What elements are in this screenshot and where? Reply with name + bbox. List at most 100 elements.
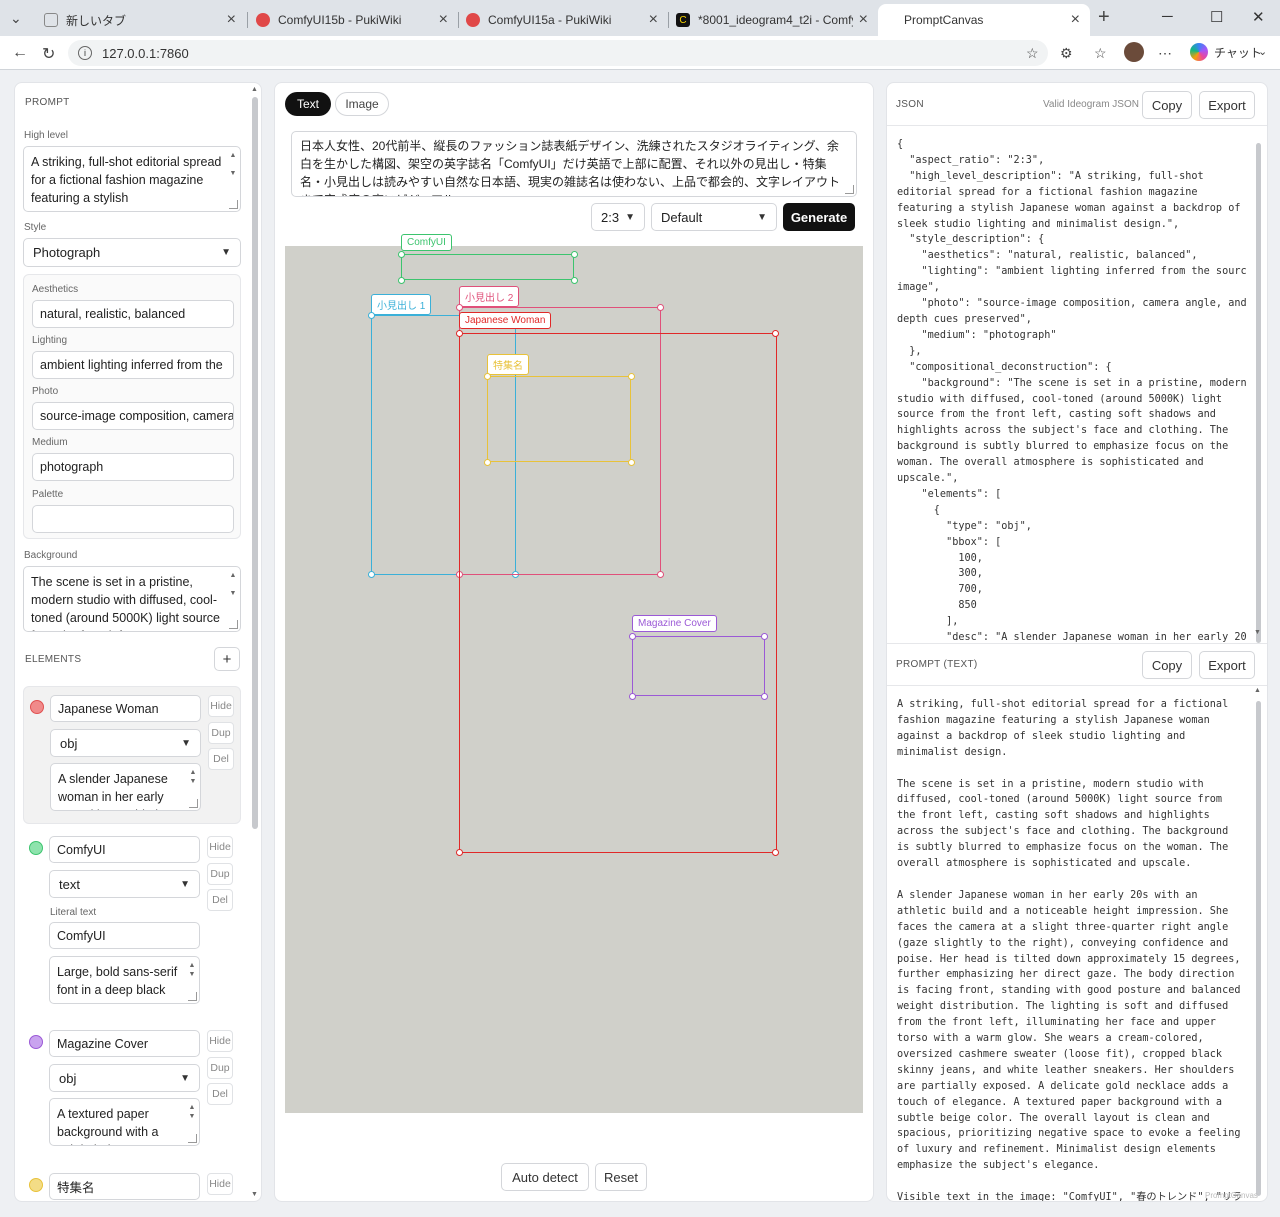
generate-button[interactable]: Generate — [783, 203, 855, 231]
browser-tab-4[interactable]: C *8001_ideogram4_t2i - ComfyUI × — [666, 4, 878, 36]
bbox-handle[interactable] — [484, 459, 491, 466]
close-tab-icon[interactable]: × — [649, 11, 658, 29]
element-color-dot-icon[interactable] — [29, 1178, 43, 1192]
bbox-handle[interactable] — [761, 693, 768, 700]
textarea-scroll-arrows-icon[interactable]: ▲ ▼ — [188, 1103, 196, 1121]
browser-tab-3[interactable]: ComfyUI15a - PukiWiki × — [456, 4, 668, 36]
copy-prompt-button[interactable]: Copy — [1142, 651, 1192, 679]
close-tab-icon[interactable]: × — [439, 11, 448, 29]
close-tab-icon[interactable]: × — [859, 11, 868, 29]
maximize-icon[interactable]: ☐ — [1210, 8, 1223, 26]
scroll-up-icon[interactable]: ▲ — [1254, 687, 1261, 694]
minimize-icon[interactable]: ─ — [1162, 8, 1173, 25]
preset-select[interactable]: Default ▼ — [651, 203, 777, 231]
left-panel-scrollbar[interactable] — [252, 97, 258, 829]
bbox-handle[interactable] — [456, 304, 463, 311]
bbox-handle[interactable] — [571, 277, 578, 284]
url-field[interactable]: i 127.0.0.1:7860 — [68, 40, 1048, 66]
browser-tab-2[interactable]: ComfyUI15b - PukiWiki × — [246, 4, 458, 36]
prompt-input-textarea[interactable]: 日本人女性、20代前半、縦長のファッション誌表紙デザイン、洗練されたスタジオライ… — [291, 131, 857, 197]
palette-input[interactable] — [32, 505, 234, 533]
close-tab-icon[interactable]: × — [1071, 11, 1080, 29]
textarea-scroll-arrows-icon[interactable]: ▲ ▼ — [188, 961, 196, 979]
dup-button[interactable]: Dup — [207, 863, 233, 885]
copy-json-button[interactable]: Copy — [1142, 91, 1192, 119]
bbox-handle[interactable] — [571, 251, 578, 258]
bbox-magazine-cover[interactable] — [632, 636, 765, 696]
export-json-button[interactable]: Export — [1199, 91, 1255, 119]
back-arrow-icon[interactable]: ← — [12, 44, 28, 62]
textarea-scroll-arrows-icon[interactable]: ▲ ▼ — [229, 151, 237, 178]
style-select[interactable]: Photograph ▼ — [23, 238, 241, 267]
del-button[interactable]: Del — [207, 889, 233, 911]
bbox-handle[interactable] — [368, 571, 375, 578]
element-card-japanese-woman[interactable]: Japanese Woman Hide obj ▼ Dup Del A slend… — [23, 686, 241, 824]
element-desc-textarea[interactable]: Large, bold sans-serif font in a deep bl… — [49, 956, 200, 1004]
bbox-handle[interactable] — [368, 312, 375, 319]
bbox-handle[interactable] — [629, 693, 636, 700]
resize-grip-icon[interactable] — [229, 620, 238, 629]
bbox-handle[interactable] — [761, 633, 768, 640]
prompt-text-scrollbar[interactable] — [1256, 701, 1261, 1196]
element-type-select[interactable]: text ▼ — [49, 870, 200, 898]
tab-list-chevron-icon[interactable]: ⌄ — [10, 10, 22, 27]
bbox-handle[interactable] — [398, 251, 405, 258]
element-name-input[interactable]: ComfyUI — [49, 836, 200, 863]
reload-icon[interactable]: ↻ — [42, 44, 55, 64]
element-name-input[interactable]: Magazine Cover — [49, 1030, 200, 1057]
hide-button[interactable]: Hide — [208, 695, 234, 717]
layout-canvas[interactable]: ComfyUI 小見出し 1 小見出し 2 Japanese Woman 特集名… — [285, 234, 863, 1113]
textarea-scroll-arrows-icon[interactable]: ▲ ▼ — [189, 768, 197, 786]
bbox-handle[interactable] — [772, 330, 779, 337]
bbox-handle[interactable] — [628, 373, 635, 380]
json-scrollbar[interactable] — [1256, 143, 1261, 643]
bbox-handle[interactable] — [629, 633, 636, 640]
tab-image[interactable]: Image — [335, 92, 389, 116]
element-type-select[interactable]: obj ▼ — [49, 1064, 200, 1092]
scroll-down-icon[interactable]: ▼ — [1254, 629, 1261, 636]
del-button[interactable]: Del — [208, 748, 234, 770]
textarea-scroll-arrows-icon[interactable]: ▲ ▼ — [229, 571, 237, 598]
more-menu-icon[interactable]: ⋯ — [1158, 45, 1172, 62]
aspect-ratio-select[interactable]: 2:3 ▼ — [591, 203, 645, 231]
window-close-icon[interactable]: ✕ — [1252, 8, 1265, 26]
reset-button[interactable]: Reset — [595, 1163, 647, 1191]
extensions-icon[interactable]: ⚙ — [1060, 45, 1073, 62]
browser-tab-5-active[interactable]: PromptCanvas × — [878, 4, 1090, 36]
bbox-handle[interactable] — [456, 849, 463, 856]
resize-grip-icon[interactable] — [188, 992, 197, 1001]
literal-text-input[interactable]: ComfyUI — [49, 922, 200, 949]
bbox-handle[interactable] — [628, 459, 635, 466]
favorite-star-icon[interactable]: ☆ — [1026, 45, 1039, 62]
del-button[interactable]: Del — [207, 1083, 233, 1105]
element-color-dot-icon[interactable] — [30, 700, 44, 714]
json-output[interactable]: { "aspect_ratio": "2:3", "high_level_des… — [897, 137, 1247, 643]
bbox-comfyui[interactable] — [401, 254, 574, 280]
new-tab-plus-icon[interactable]: + — [1098, 6, 1110, 29]
bbox-handle[interactable] — [398, 277, 405, 284]
dup-button[interactable]: Dup — [208, 722, 234, 744]
dup-button[interactable]: Dup — [207, 1057, 233, 1079]
resize-grip-icon[interactable] — [188, 1134, 197, 1143]
prompt-text-output[interactable]: A striking, full-shot editorial spread f… — [897, 697, 1245, 1201]
background-textarea[interactable]: The scene is set in a pristine, modern s… — [23, 566, 241, 632]
bbox-handle[interactable] — [657, 304, 664, 311]
element-card-comfyui[interactable]: ComfyUI Hide text ▼ Dup Del Literal text … — [23, 828, 241, 1018]
add-element-button[interactable]: + — [214, 647, 240, 671]
lighting-input[interactable]: ambient lighting inferred from the — [32, 351, 234, 379]
export-prompt-button[interactable]: Export — [1199, 651, 1255, 679]
element-card-tokushu[interactable]: 特集名 Hide — [23, 1165, 241, 1201]
bbox-handle[interactable] — [456, 330, 463, 337]
bbox-handle[interactable] — [484, 373, 491, 380]
tab-text[interactable]: Text — [285, 92, 331, 116]
element-color-dot-icon[interactable] — [29, 841, 43, 855]
resize-grip-icon[interactable] — [845, 185, 854, 194]
bbox-handle[interactable] — [772, 849, 779, 856]
element-type-select[interactable]: obj ▼ — [50, 729, 201, 757]
close-tab-icon[interactable]: × — [227, 11, 236, 29]
photo-input[interactable]: source-image composition, camera — [32, 402, 234, 430]
browser-tab-1[interactable]: 新しいタブ × — [34, 4, 246, 36]
medium-input[interactable]: photograph — [32, 453, 234, 481]
favorites-icon[interactable]: ☆ — [1094, 45, 1107, 62]
element-card-magazine-cover[interactable]: Magazine Cover Hide obj ▼ Dup Del A textu… — [23, 1022, 241, 1162]
